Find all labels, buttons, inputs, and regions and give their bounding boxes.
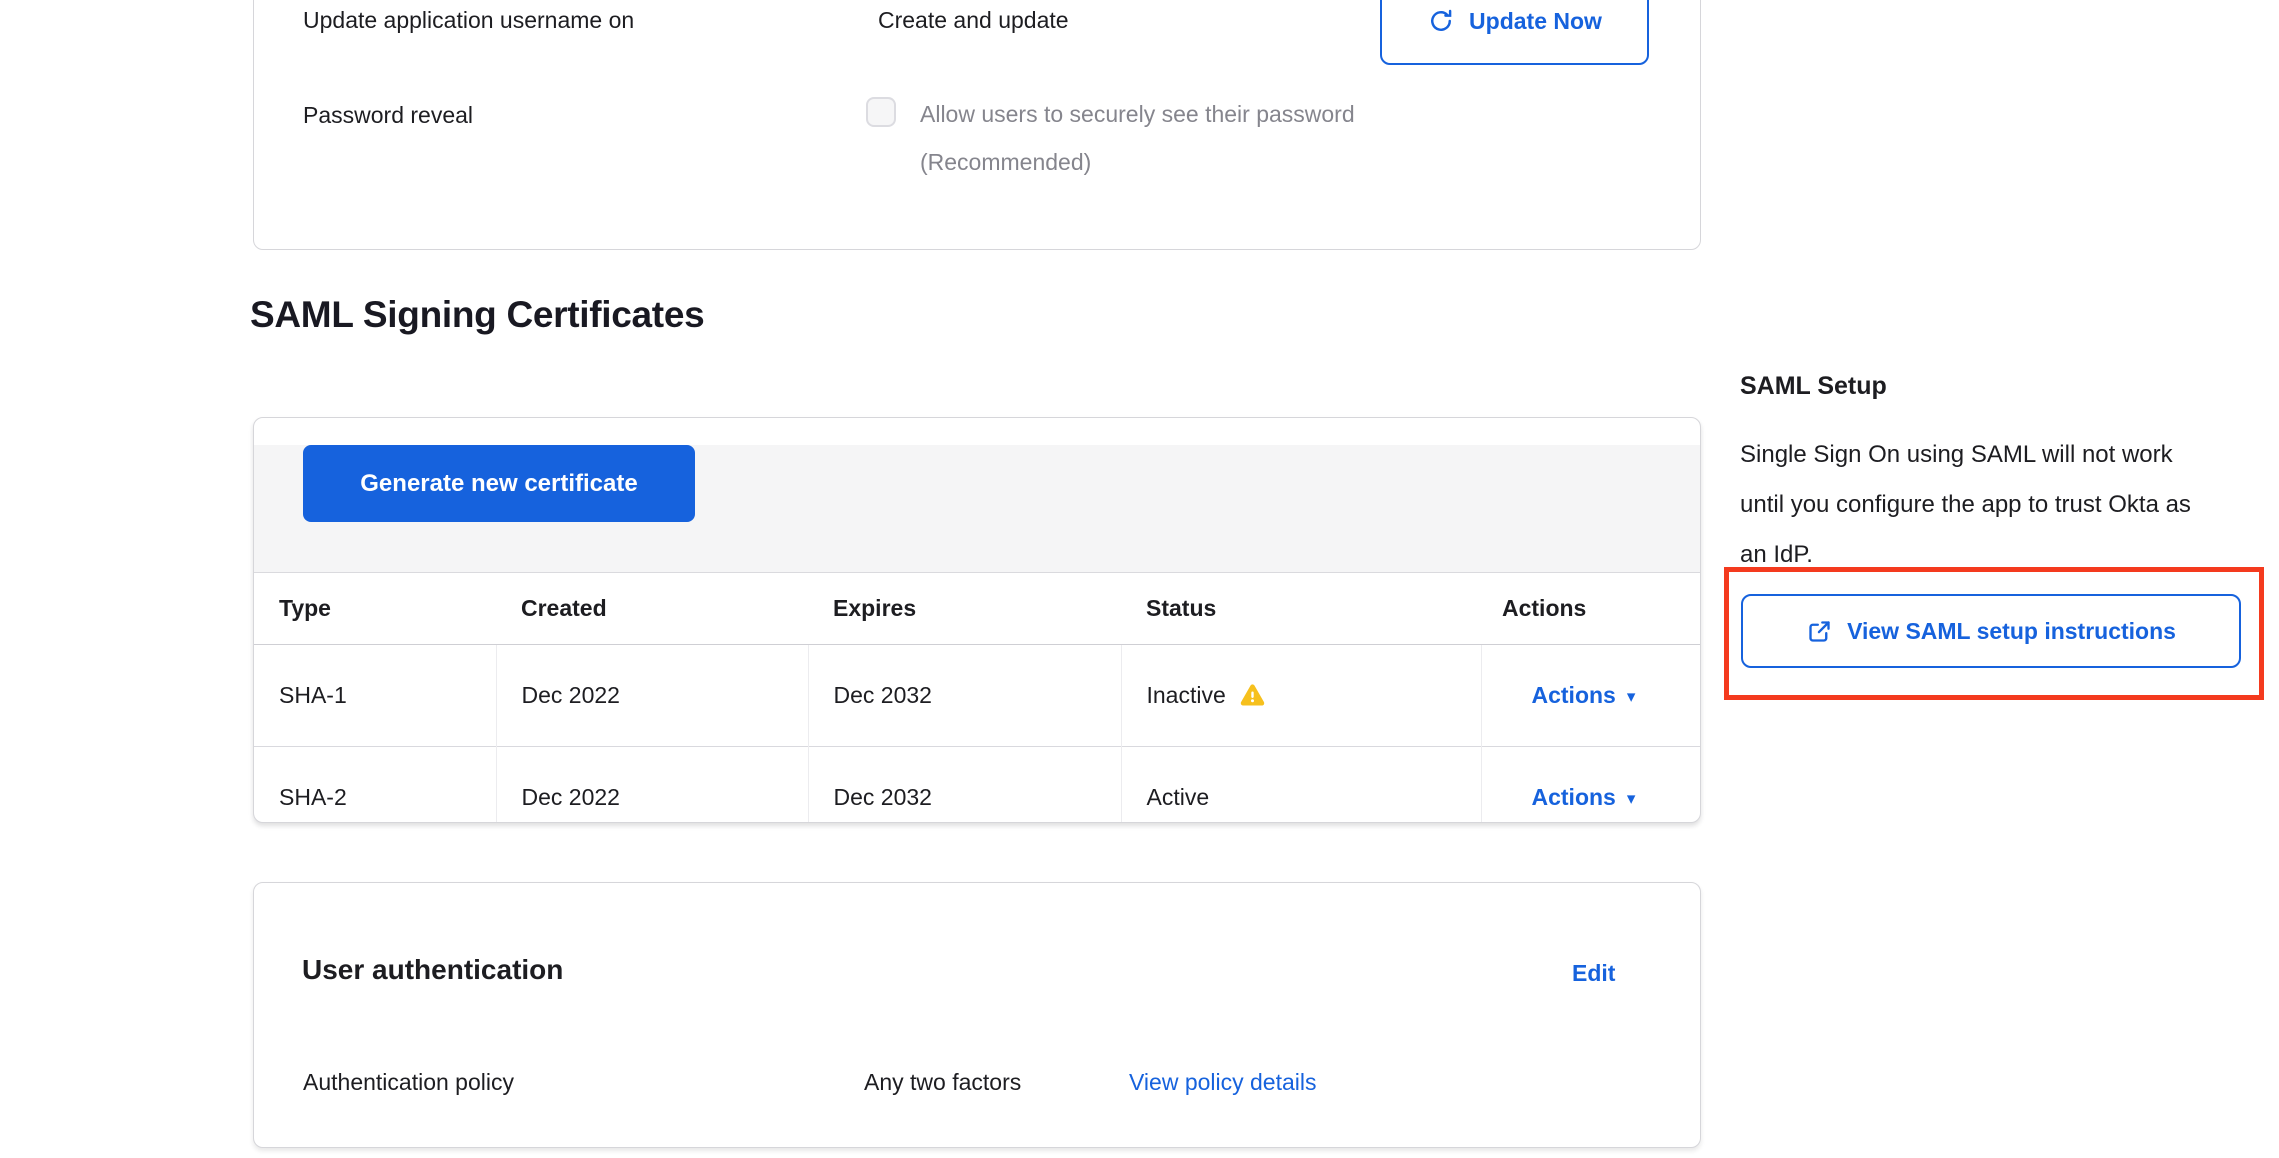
saml-setup-description: Single Sign On using SAML will not work …: [1740, 430, 2195, 580]
cert-type: SHA-1: [254, 644, 496, 746]
cert-created: Dec 2022: [496, 746, 808, 823]
password-reveal-label: Password reveal: [303, 100, 473, 130]
table-row: SHA-2 Dec 2022 Dec 2032 Active: [254, 746, 1701, 823]
annotation-highlight: View SAML setup instructions: [1724, 567, 2264, 700]
cert-created: Dec 2022: [496, 644, 808, 746]
cert-status-cell: Inactive: [1121, 644, 1481, 746]
column-header-created: Created: [496, 573, 808, 644]
caret-down-icon: ▾: [1627, 687, 1636, 706]
column-header-type: Type: [254, 573, 496, 644]
caret-down-icon: ▾: [1627, 789, 1636, 808]
view-saml-setup-instructions-label: View SAML setup instructions: [1847, 618, 2176, 645]
update-now-button[interactable]: Update Now: [1380, 0, 1649, 65]
warning-icon: [1239, 683, 1266, 708]
password-reveal-option-recommended: (Recommended): [920, 147, 1091, 177]
cert-actions-cell: Actions ▾: [1481, 746, 1701, 823]
page-title: SAML Signing Certificates: [250, 294, 704, 336]
column-header-actions: Actions: [1481, 573, 1701, 644]
external-link-icon: [1806, 618, 1833, 645]
generate-certificate-button[interactable]: Generate new certificate: [303, 445, 695, 522]
view-saml-setup-instructions-button[interactable]: View SAML setup instructions: [1741, 594, 2241, 668]
certificates-table: Type Created Expires Status Actions SHA-…: [254, 573, 1701, 823]
status-text: Inactive: [1147, 682, 1226, 709]
username-update-label: Update application username on: [303, 5, 634, 35]
actions-menu-button[interactable]: Actions ▾: [1532, 784, 1636, 810]
actions-menu-button[interactable]: Actions ▾: [1532, 682, 1636, 708]
cert-status-cell: Active: [1121, 746, 1481, 823]
password-reveal-option-text: Allow users to securely see their passwo…: [920, 99, 1355, 129]
authentication-policy-label: Authentication policy: [303, 1069, 514, 1096]
column-header-status: Status: [1121, 573, 1481, 644]
cert-actions-cell: Actions ▾: [1481, 644, 1701, 746]
certificates-toolbar: Generate new certificate: [254, 445, 1700, 573]
saml-certificates-panel: Generate new certificate Type Created Ex…: [253, 417, 1701, 823]
app-settings-panel: Update application username on Create an…: [253, 0, 1701, 250]
password-reveal-checkbox[interactable]: [866, 97, 896, 127]
status-text: Active: [1147, 784, 1210, 811]
column-header-expires: Expires: [808, 573, 1121, 644]
edit-link[interactable]: Edit: [1572, 960, 1615, 987]
actions-label: Actions: [1532, 682, 1616, 708]
refresh-icon: [1427, 7, 1455, 35]
table-row: SHA-1 Dec 2022 Dec 2032 Inactive: [254, 644, 1701, 746]
saml-setup-title: SAML Setup: [1740, 372, 1887, 401]
user-authentication-title: User authentication: [302, 954, 563, 986]
authentication-policy-value: Any two factors: [864, 1069, 1021, 1096]
update-now-label: Update Now: [1469, 8, 1602, 35]
actions-label: Actions: [1532, 784, 1616, 810]
view-policy-details-link[interactable]: View policy details: [1129, 1069, 1317, 1096]
table-header-row: Type Created Expires Status Actions: [254, 573, 1701, 644]
cert-expires: Dec 2032: [808, 644, 1121, 746]
cert-type: SHA-2: [254, 746, 496, 823]
user-authentication-panel: User authentication Edit Authentication …: [253, 882, 1701, 1148]
username-update-value: Create and update: [878, 5, 1069, 35]
cert-expires: Dec 2032: [808, 746, 1121, 823]
